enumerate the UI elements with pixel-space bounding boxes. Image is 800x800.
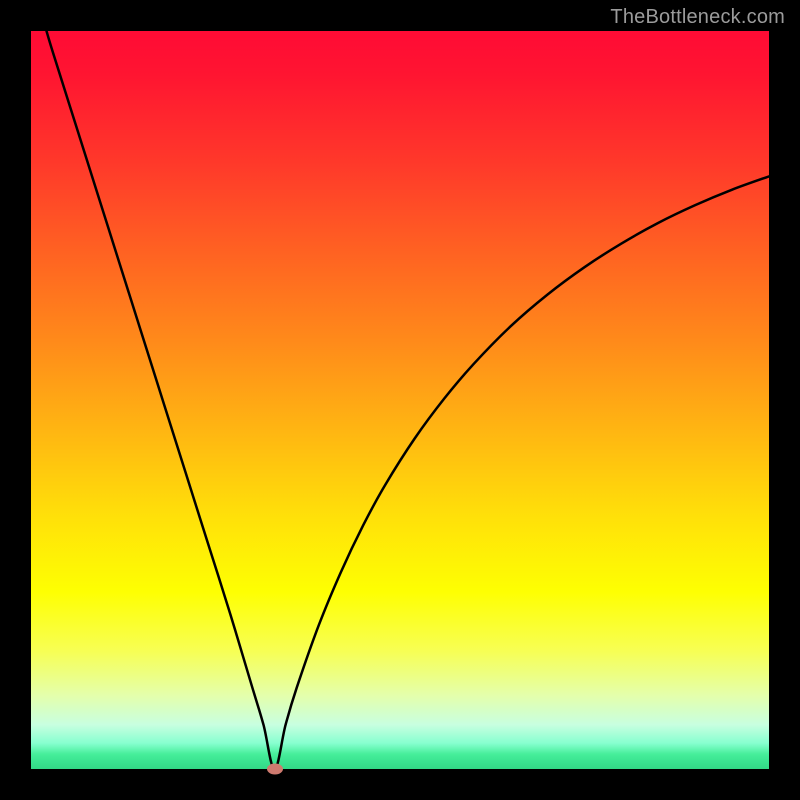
plot-area [31,31,769,769]
minimum-marker-icon [267,764,283,775]
chart-canvas: TheBottleneck.com [0,0,800,800]
watermark-label: TheBottleneck.com [610,6,785,29]
bottleneck-curve [31,31,769,769]
